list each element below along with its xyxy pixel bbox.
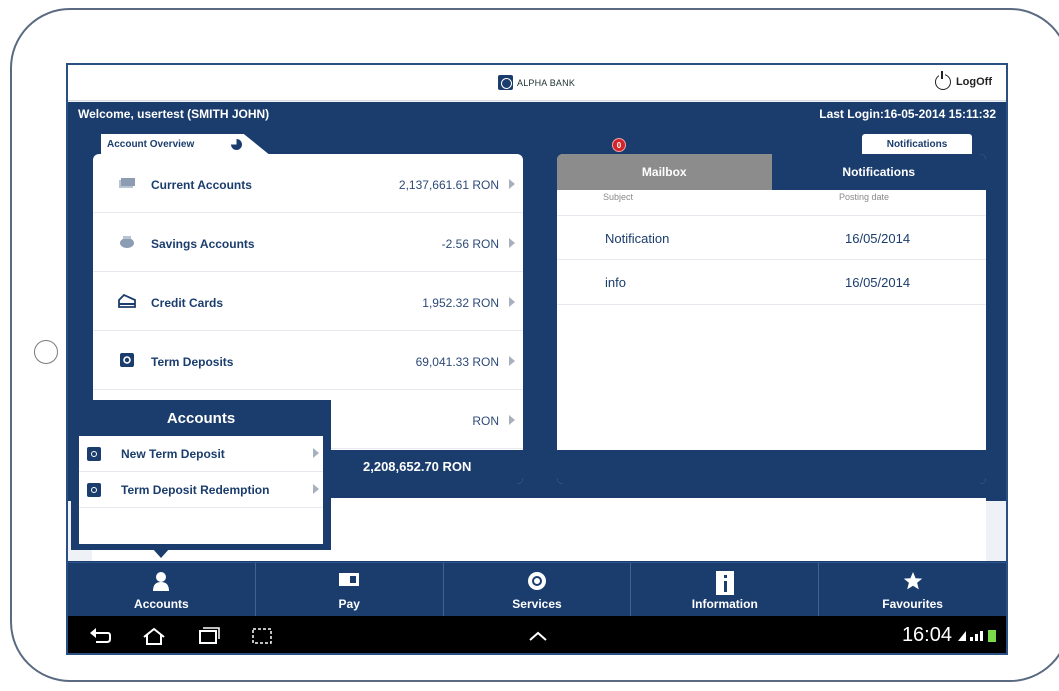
welcome-text: Welcome, usertest (SMITH JOHN): [78, 107, 270, 121]
bottom-nav: Accounts Pay Services Information Favour…: [68, 562, 1006, 616]
account-value: 2,137,661.61 RON: [398, 178, 499, 192]
mailbox-footer: [557, 450, 986, 484]
logo-text: ALPHA BANK: [517, 77, 576, 88]
column-subject: Subject: [603, 192, 634, 202]
power-icon: [934, 71, 951, 90]
nav-label: Services: [512, 597, 562, 611]
back-icon[interactable]: [88, 627, 112, 645]
account-value: -2.56 RON: [441, 237, 499, 251]
notification-badge: 0: [612, 138, 626, 152]
nav-information[interactable]: Information: [631, 563, 820, 616]
chevron-right-icon: [509, 415, 515, 425]
logoff-label: LogOff: [955, 76, 992, 88]
pay-icon: [339, 573, 360, 586]
chevron-up-icon[interactable]: [526, 627, 550, 645]
home-icon[interactable]: [142, 627, 166, 645]
pie-chart-icon[interactable]: [231, 139, 242, 150]
bank-logo: ALPHA BANK: [498, 75, 575, 90]
nav-accounts[interactable]: Accounts: [68, 563, 256, 616]
tab-mailbox[interactable]: Mailbox: [557, 154, 772, 190]
nav-label: Pay: [338, 597, 360, 611]
services-icon: [527, 572, 546, 590]
tab-mail-notifications[interactable]: Notifications: [771, 154, 986, 190]
piggy-icon: [120, 236, 134, 248]
nav-pay[interactable]: Pay: [256, 563, 444, 616]
mail-date: 16/05/2014: [845, 275, 911, 290]
last-login: Last Login:16-05-2014 15:11:32: [819, 107, 996, 121]
nav-label: Information: [691, 597, 758, 611]
credit-card-icon: [118, 294, 136, 308]
popup-pointer: [152, 548, 170, 558]
account-label: Term Deposits: [151, 355, 234, 369]
menu-item-term-deposit-redemption[interactable]: Term Deposit Redemption: [79, 472, 323, 508]
mail-subject: info: [605, 275, 626, 290]
account-row-credit[interactable]: Credit Cards 1,952.32 RON: [93, 272, 523, 331]
deposit-icon: [87, 447, 101, 461]
chevron-right-icon: [509, 297, 515, 307]
account-value: 1,952.32 RON: [422, 296, 499, 310]
menu-item-label: Term Deposit Redemption: [121, 483, 270, 497]
mailbox-panel: Mailbox Notifications Subject Posting da…: [557, 154, 986, 484]
tab-account-overview[interactable]: Account Overview: [101, 134, 271, 156]
mail-subject: Notification: [605, 231, 670, 246]
chevron-right-icon: [509, 238, 515, 248]
app-screen: ALPHA BANK LogOff Welcome, usertest (SMI…: [66, 63, 1008, 655]
screenshot-icon[interactable]: [250, 627, 274, 645]
mail-row[interactable]: Notification 16/05/2014: [557, 215, 986, 260]
signal-battery-icon: [958, 630, 996, 642]
welcome-bar: Welcome, usertest (SMITH JOHN) Last Logi…: [68, 102, 1006, 126]
nav-services[interactable]: Services: [444, 563, 632, 616]
account-value: RON: [472, 414, 499, 428]
tablet-home-button[interactable]: [34, 340, 58, 364]
cards-icon: [119, 178, 135, 188]
account-row-savings[interactable]: Savings Accounts -2.56 RON: [93, 213, 523, 272]
mail-row[interactable]: info 16/05/2014: [557, 260, 986, 305]
column-posting-date: Posting date: [839, 192, 890, 202]
tab-account-overview-label: Account Overview: [107, 139, 195, 150]
top-bar: ALPHA BANK LogOff: [68, 65, 1006, 101]
logoff-button[interactable]: LogOff: [934, 71, 992, 90]
popup-list: New Term Deposit Term Deposit Redemption: [79, 436, 323, 544]
account-row-term[interactable]: Term Deposits 69,041.33 RON: [93, 331, 523, 390]
tab-notifications[interactable]: Notifications: [862, 134, 972, 156]
person-icon: [153, 572, 170, 591]
account-value: 69,041.33 RON: [415, 355, 499, 369]
nav-favourites[interactable]: Favourites: [819, 563, 1006, 616]
redemption-icon: [87, 483, 101, 497]
account-label: Credit Cards: [151, 296, 224, 310]
nav-label: Accounts: [134, 597, 189, 611]
nav-label: Favourites: [882, 597, 943, 611]
accounts-total: 2,208,652.70 RON: [363, 459, 472, 474]
account-label: Savings Accounts: [151, 237, 255, 251]
mail-date: 16/05/2014: [845, 231, 911, 246]
chevron-right-icon: [509, 179, 515, 189]
deposit-icon: [120, 353, 134, 367]
chevron-right-icon: [313, 448, 319, 458]
logo-mark-icon: [498, 75, 513, 90]
menu-item-label: New Term Deposit: [121, 447, 225, 461]
accounts-popup-menu: Accounts New Term Deposit Term Deposit R…: [71, 400, 331, 550]
popup-title: Accounts: [166, 410, 236, 427]
menu-item-new-term-deposit[interactable]: New Term Deposit: [79, 436, 323, 472]
mailbox-tabs: Mailbox Notifications: [557, 154, 986, 190]
star-icon: [903, 572, 922, 590]
chevron-right-icon: [509, 356, 515, 366]
recent-apps-icon[interactable]: [196, 627, 220, 645]
account-label: Current Accounts: [151, 178, 252, 192]
account-row-current[interactable]: Current Accounts 2,137,661.61 RON: [93, 154, 523, 213]
info-icon: [715, 571, 734, 595]
status-clock: 16:04: [901, 624, 952, 646]
android-system-bar: 16:04: [68, 616, 1006, 653]
chevron-right-icon: [313, 484, 319, 494]
